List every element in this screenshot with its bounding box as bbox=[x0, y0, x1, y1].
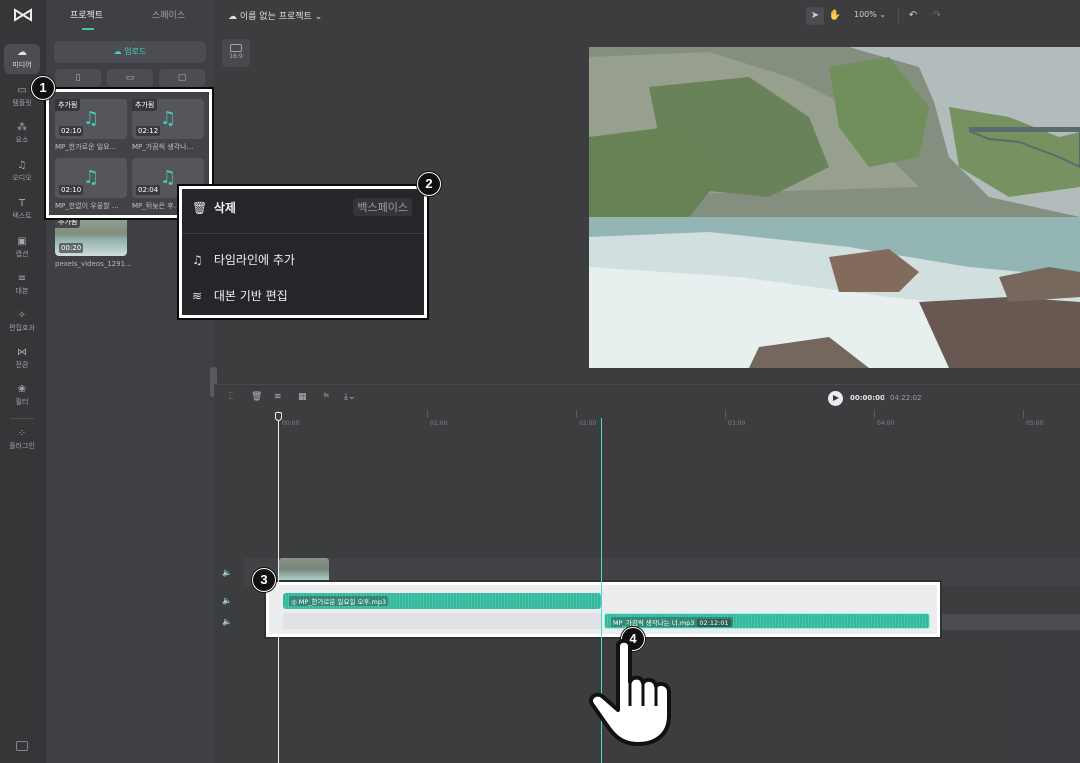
rail-item-plugin[interactable]: ⁘ 플러그인 bbox=[4, 425, 40, 455]
chevron-down-icon: ⌄ bbox=[876, 10, 887, 19]
delete-shortcut: 백스페이스 bbox=[353, 198, 412, 216]
clip-label-1: ◎ MP_한가로운 일요일 오후.mp3 bbox=[289, 596, 389, 606]
audio-clip-icon: ◎ bbox=[291, 598, 299, 606]
screen-button[interactable]: ▢ bbox=[159, 69, 205, 87]
rail-item-effects[interactable]: ✧ 편집효과 bbox=[4, 307, 40, 337]
ruler-tick bbox=[427, 410, 428, 418]
trash-icon: 🗑 bbox=[192, 201, 208, 215]
left-rail: ☁ 미디어 ▭ 템플릿 ⁂ 요소 ♫ 오디오 T 텍스트 ▣ 캡션 ≡ 대본 ✧… bbox=[0, 0, 46, 763]
undo-icon[interactable]: ↶ bbox=[904, 7, 922, 25]
video-preview[interactable] bbox=[589, 47, 1080, 368]
volume-icon[interactable]: 🔈 bbox=[222, 596, 232, 605]
ruler-tick bbox=[1023, 410, 1024, 418]
ruler-tick bbox=[576, 410, 577, 418]
script-edit-icon: ≋ bbox=[192, 289, 203, 303]
total-time: 04:22:02 bbox=[890, 394, 922, 402]
top-toolbar: ☁ 이름 없는 프로젝트 ⌄ ➤ ✋ 100% ⌄ ↶ ↷ bbox=[214, 0, 1080, 32]
playhead-handle[interactable] bbox=[275, 412, 282, 421]
split-icon: ⌶ bbox=[228, 392, 234, 402]
current-time: 00:00:00 bbox=[850, 394, 885, 402]
step-marker-3: 3 bbox=[252, 568, 276, 592]
ruler-tick bbox=[725, 410, 726, 418]
ratio-icon bbox=[230, 44, 242, 52]
context-menu: 🗑 삭제 백스페이스 ♫ 타임라인에 추가 ≋ 대본 기반 편집 bbox=[179, 186, 427, 318]
clip-label-2: MP_가끔씩 생각나는 너.mp3 02:12:01 bbox=[611, 617, 733, 627]
rail-item-filter[interactable]: ❀ 필터 bbox=[4, 381, 40, 411]
screen-icon: ▢ bbox=[177, 73, 187, 83]
text-icon: T bbox=[18, 198, 26, 209]
music-add-icon: ♫ bbox=[192, 253, 203, 267]
rail-item-elements[interactable]: ⁂ 요소 bbox=[4, 119, 40, 149]
tab-project[interactable]: 프로젝트 bbox=[70, 8, 103, 21]
rail-item-transition[interactable]: ⋈ 전환 bbox=[4, 344, 40, 374]
playhead[interactable] bbox=[278, 418, 279, 763]
chevron-down-icon: ⌄ bbox=[311, 12, 323, 22]
cloud-upload-icon: ☁ bbox=[113, 47, 125, 56]
menu-item-script-edit[interactable]: ≋ 대본 기반 편집 bbox=[192, 287, 288, 304]
caption-icon: ▣ bbox=[17, 236, 27, 247]
rail-item-script[interactable]: ≡ 대본 bbox=[4, 270, 40, 300]
step-marker-1: 1 bbox=[31, 76, 55, 100]
freeze-icon[interactable]: ▦ bbox=[298, 392, 307, 402]
plugin-icon: ⁘ bbox=[17, 428, 27, 439]
ruler-tick bbox=[874, 410, 875, 418]
trash-icon[interactable]: 🗑 bbox=[251, 392, 262, 402]
volume-icon[interactable]: 🔈 bbox=[222, 617, 232, 626]
audio-clip-1[interactable]: ◎ MP_한가로운 일요일 오후.mp3 bbox=[283, 593, 601, 609]
rail-item-text[interactable]: T 텍스트 bbox=[4, 195, 40, 225]
transition-icon: ⋈ bbox=[17, 347, 27, 358]
project-title[interactable]: ☁ 이름 없는 프로젝트 ⌄ bbox=[228, 9, 322, 22]
pointer-tool-icon[interactable]: ➤ bbox=[806, 7, 824, 25]
menu-divider bbox=[182, 233, 424, 234]
volume-icon[interactable]: 🔈 bbox=[222, 568, 232, 577]
river-scene-image bbox=[589, 47, 1080, 368]
time-separator: | bbox=[883, 393, 886, 401]
record-button[interactable]: ▭ bbox=[107, 69, 153, 87]
phone-upload-button[interactable]: ▯ bbox=[55, 69, 101, 87]
cloud-icon: ☁ bbox=[17, 47, 27, 58]
flag-icon: ⚑ bbox=[322, 392, 331, 402]
redo-icon: ↷ bbox=[932, 10, 942, 21]
time-ruler[interactable]: 00:00 01:00 02:00 03:00 04:00 05:00 bbox=[214, 410, 1080, 434]
toolbar-divider bbox=[898, 9, 899, 23]
audio-clip-2[interactable]: MP_가끔씩 생각나는 너.mp3 02:12:01 bbox=[604, 613, 930, 629]
tab-space[interactable]: 스페이스 bbox=[152, 8, 185, 21]
music-icon: ♫ bbox=[17, 160, 27, 171]
play-button[interactable] bbox=[828, 391, 843, 406]
keyboard-icon[interactable] bbox=[16, 741, 28, 751]
media-video-item[interactable]: 추가됨 00:20 pexels_videos_1291... bbox=[55, 216, 132, 268]
hand-tool-icon[interactable]: ✋ bbox=[826, 7, 844, 25]
upload-button[interactable]: ☁ 업로드 bbox=[54, 41, 206, 63]
cloud-icon: ☁ bbox=[228, 12, 240, 22]
filter-icon: ❀ bbox=[17, 384, 27, 395]
rail-divider bbox=[10, 418, 34, 419]
pointing-hand-icon bbox=[589, 638, 671, 746]
video-thumbnail: 추가됨 00:20 bbox=[55, 216, 127, 256]
menu-item-add-to-timeline[interactable]: ♫ 타임라인에 추가 bbox=[192, 251, 295, 268]
zoom-select[interactable]: 100% ⌄ bbox=[854, 10, 886, 19]
audio-track-bg bbox=[928, 614, 1080, 630]
phone-icon: ▯ bbox=[75, 73, 81, 83]
capcut-logo-icon bbox=[14, 8, 32, 22]
rail-item-caption[interactable]: ▣ 캡션 bbox=[4, 233, 40, 263]
rail-item-media[interactable]: ☁ 미디어 bbox=[4, 44, 40, 74]
empty-track-space bbox=[283, 613, 601, 629]
elements-icon: ⁂ bbox=[17, 122, 27, 133]
audio-tracks-highlight: ◎ MP_한가로운 일요일 오후.mp3 MP_가끔씩 생각나는 너.mp3 02… bbox=[266, 582, 940, 637]
camera-icon: ▭ bbox=[125, 73, 135, 83]
script-edit-icon[interactable]: ≋ bbox=[274, 392, 282, 402]
effects-icon: ✧ bbox=[17, 310, 27, 321]
timeline-toolbar: ⌶ 🗑 ≋ ▦ ⚑ ⤓⌄ 00:00:00 | 04:22:02 bbox=[214, 384, 1080, 410]
aspect-ratio-button[interactable]: 16:9 bbox=[222, 39, 250, 67]
step-marker-2: 2 bbox=[417, 172, 441, 196]
download-icon[interactable]: ⤓⌄ bbox=[344, 392, 356, 402]
script-icon: ≡ bbox=[17, 273, 27, 284]
rail-item-audio[interactable]: ♫ 오디오 bbox=[4, 157, 40, 187]
tab-indicator bbox=[82, 28, 94, 30]
